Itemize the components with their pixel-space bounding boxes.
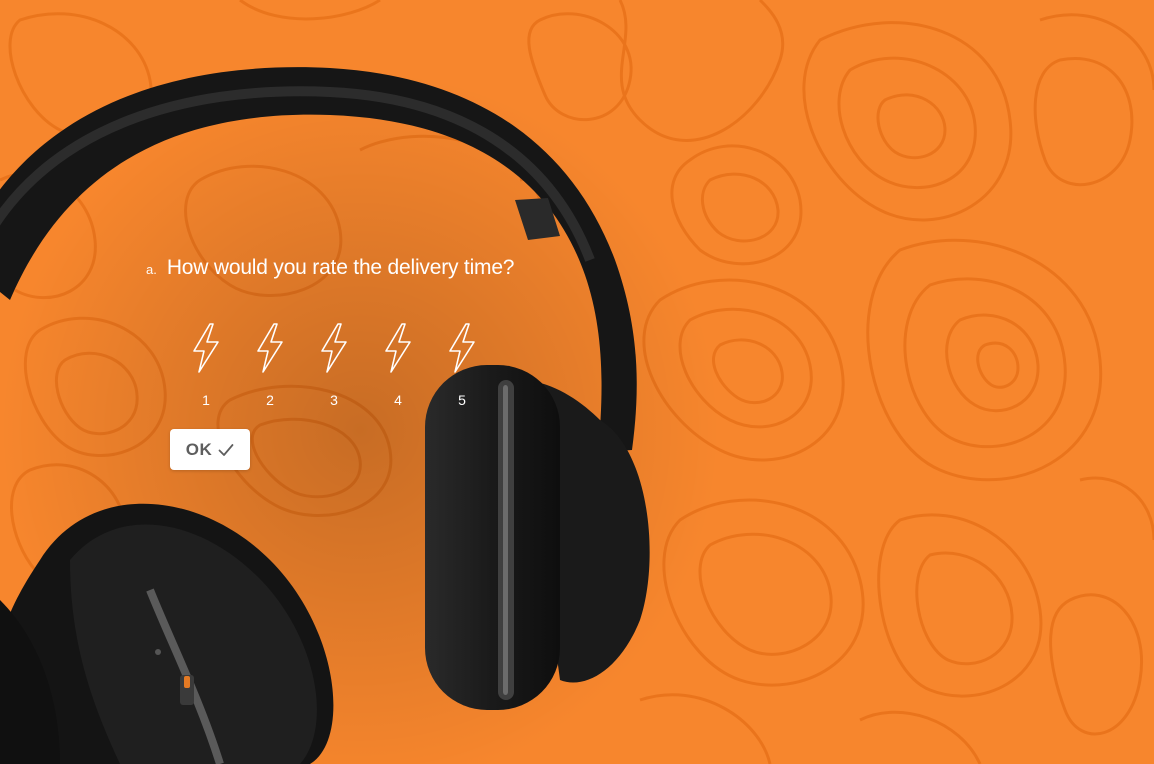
question-text: How would you rate the delivery time? [166,256,515,279]
rating-option-3[interactable]: 3 [302,322,366,408]
rating-option-1[interactable]: 1 [174,322,238,408]
survey-screen: a. How would you rate the delivery time?… [0,0,1154,764]
question-row: a. How would you rate the delivery time? [146,256,514,280]
rating-option-2[interactable]: 2 [238,322,302,408]
lightning-bolt-icon [193,323,219,373]
rating-label-4: 4 [394,392,402,408]
rating-label-3: 3 [330,392,338,408]
lightning-bolt-icon [449,323,475,373]
question-block: a. How would you rate the delivery time?… [146,256,514,470]
rating-label-1: 1 [202,392,210,408]
lightning-bolt-icon [321,323,347,373]
rating-option-4[interactable]: 4 [366,322,430,408]
ok-button-label: OK [185,439,213,459]
lightning-bolt-icon [385,323,411,373]
rating-label-5: 5 [458,392,466,408]
question-number: a. [146,262,157,277]
ok-button[interactable]: OK [170,429,250,470]
checkmark-icon [218,443,234,456]
rating-label-2: 2 [266,392,274,408]
lightning-bolt-icon [257,323,283,373]
rating-option-5[interactable]: 5 [430,322,494,408]
rating-scale: 1 2 3 4 5 [174,322,494,408]
